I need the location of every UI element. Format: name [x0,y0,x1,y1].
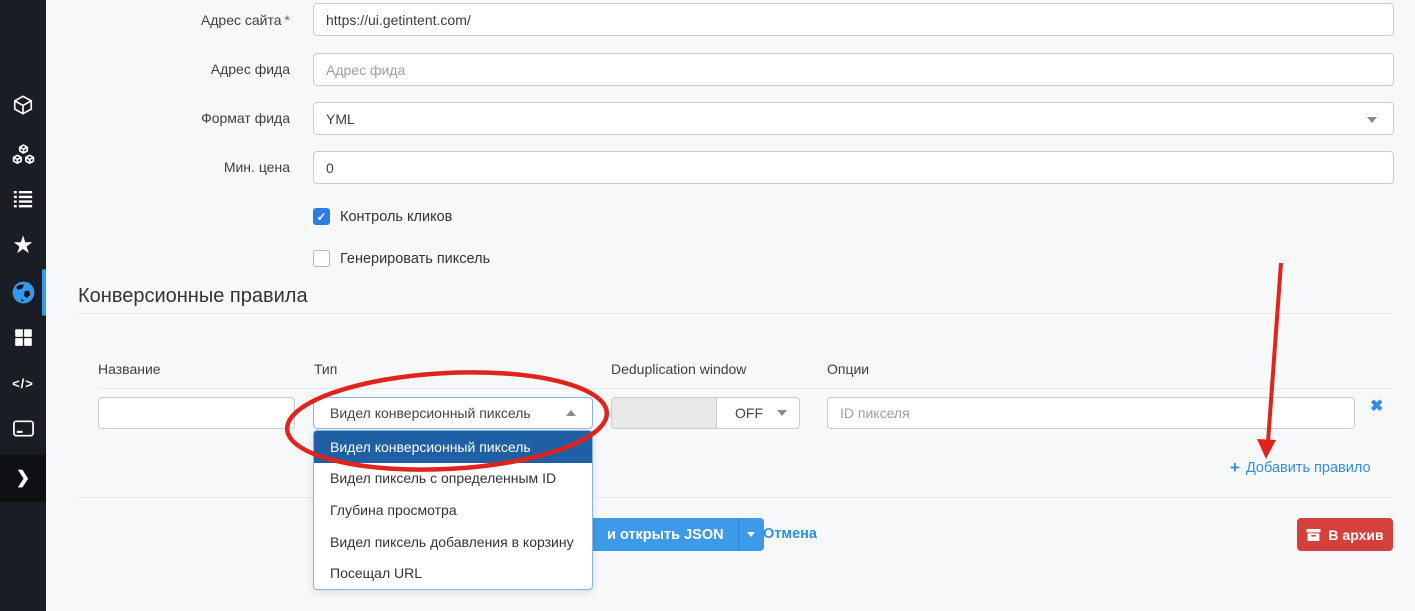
sidebar-item-list[interactable] [0,183,46,215]
archive-button-label: В архив [1328,527,1383,543]
sidebar: ★ </> ❯ [0,0,46,611]
add-rule-link[interactable]: + Добавить правило [1230,459,1371,476]
section-divider [78,313,1393,314]
required-asterisk: * [285,12,290,28]
sidebar-item-code[interactable]: </> [0,367,46,399]
section-title: Конверсионные правила [78,285,308,308]
remove-icon: ✖ [1370,398,1383,415]
feed-format-select[interactable]: YML [313,102,1394,135]
col-header-options: Опции [827,361,869,377]
archive-button[interactable]: В архив [1297,518,1393,551]
add-rule-label: Добавить правило [1246,460,1371,476]
sidebar-item-star[interactable]: ★ [0,229,46,261]
click-control-label: Контроль кликов [340,209,452,225]
pixel-id-input[interactable] [827,397,1355,429]
save-and-open-json-button[interactable]: и открыть JSON [593,518,764,551]
rule-type-value: Видел конверсионный пиксель [330,405,531,421]
sidebar-item-cubes[interactable] [0,139,46,171]
sidebar-item-grid[interactable] [0,321,46,353]
feed-url-input[interactable] [313,53,1394,86]
footer-divider [78,497,1393,498]
rule-type-dropdown-menu: Видел конверсионный пиксель Видел пиксел… [313,430,593,590]
col-header-dedup: Deduplication window [611,361,746,377]
dedup-unit-value: OFF [735,405,763,421]
plus-icon: + [1230,459,1240,476]
dropdown-option-3[interactable]: Глубина просмотра [314,494,592,526]
cube-icon [12,94,34,116]
sidebar-expand-section: ❯ [0,455,46,502]
dedup-window-group: OFF [611,397,800,429]
feed-format-value: YML [326,111,355,127]
sidebar-active-indicator [42,269,46,316]
rule-name-input[interactable] [98,397,295,429]
generate-pixel-checkbox[interactable] [313,250,330,267]
generate-pixel-label: Генерировать пиксель [340,251,490,267]
save-button-label[interactable]: и открыть JSON [593,518,738,551]
dedup-unit-select[interactable]: OFF [717,398,799,428]
globe-icon [11,280,36,305]
page: ★ </> ❯ [0,0,1415,611]
check-icon: ✓ [316,211,326,223]
dropdown-option-5[interactable]: Посещал URL [314,557,592,589]
archive-icon [1306,528,1321,542]
cubes-icon [11,143,36,168]
list-icon [12,188,34,210]
dropdown-option-4[interactable]: Видел пиксель добавления в корзину [314,526,592,558]
min-price-label: Мин. цена [60,159,290,175]
grid-icon [13,327,34,348]
dedup-window-input[interactable] [612,398,717,428]
site-url-label: Адрес сайта* [60,12,290,28]
sidebar-item-cube[interactable] [0,89,46,121]
cancel-link[interactable]: Отмена [763,526,817,542]
feed-url-label: Адрес фида [60,61,290,77]
chevron-up-icon [566,410,576,416]
sidebar-item-globe-active[interactable] [0,276,46,308]
remove-rule-button[interactable]: ✖ [1370,396,1383,416]
card-icon [12,417,35,440]
rule-type-select[interactable]: Видел конверсионный пиксель [313,397,593,429]
star-icon: ★ [14,233,33,258]
dropdown-option-1[interactable]: Видел конверсионный пиксель [314,431,592,463]
sidebar-expand-button[interactable]: ❯ [0,462,46,494]
col-header-type: Тип [314,361,337,377]
feed-format-label: Формат фида [60,110,290,126]
site-url-input[interactable] [313,3,1394,36]
chevron-down-icon [747,532,755,537]
col-header-name: Название [98,361,161,377]
code-icon: </> [12,376,34,391]
min-price-input[interactable] [313,151,1394,184]
annotation-arrow-head [1257,439,1276,459]
sidebar-item-card[interactable] [0,412,46,444]
chevron-down-icon [777,410,787,416]
save-button-caret[interactable] [738,518,764,551]
chevron-down-icon [1367,117,1377,123]
click-control-checkbox[interactable]: ✓ [313,208,330,225]
chevron-right-icon: ❯ [16,468,30,488]
dropdown-option-2[interactable]: Видел пиксель с определенным ID [314,463,592,495]
table-header-divider [98,388,1393,389]
